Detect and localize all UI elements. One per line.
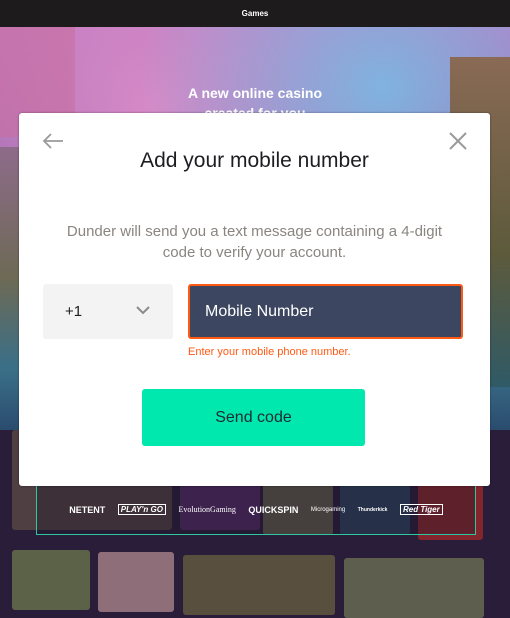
provider-logo: EvolutionGaming bbox=[178, 505, 236, 514]
modal-title: Add your mobile number bbox=[140, 149, 369, 172]
provider-logo: NETENT bbox=[69, 504, 106, 515]
provider-logo: Microgaming bbox=[310, 506, 346, 513]
country-code-select[interactable]: +1 bbox=[43, 284, 173, 339]
close-button[interactable] bbox=[448, 131, 468, 151]
provider-logo: QUICKSPIN bbox=[248, 504, 299, 515]
game-tile[interactable] bbox=[98, 552, 174, 612]
provider-logo: Red Tiger bbox=[399, 504, 443, 515]
country-code-value: +1 bbox=[65, 303, 83, 320]
chevron-down-icon bbox=[136, 306, 150, 315]
provider-logo: PLAY'n GO bbox=[117, 504, 166, 515]
back-button[interactable] bbox=[41, 131, 65, 151]
top-bar: Games bbox=[0, 0, 510, 27]
add-mobile-modal: Add your mobile number Dunder will send … bbox=[19, 113, 490, 486]
error-message: Enter your mobile phone number. bbox=[188, 346, 351, 358]
game-tile[interactable] bbox=[183, 555, 335, 615]
hero-title-line1: A new online casino bbox=[187, 85, 323, 101]
close-icon bbox=[449, 132, 467, 150]
topbar-title[interactable]: Games bbox=[242, 9, 269, 18]
providers-strip: NETENT PLAY'n GO EvolutionGaming QUICKSP… bbox=[36, 485, 476, 535]
game-tile[interactable] bbox=[344, 558, 484, 618]
mobile-number-input[interactable] bbox=[188, 284, 463, 339]
provider-logo: Thunderkick bbox=[357, 506, 388, 513]
game-tile[interactable] bbox=[12, 550, 90, 610]
modal-description: Dunder will send you a text message cont… bbox=[66, 223, 443, 261]
arrow-left-icon bbox=[42, 133, 63, 149]
send-code-button[interactable]: Send code bbox=[142, 389, 365, 446]
